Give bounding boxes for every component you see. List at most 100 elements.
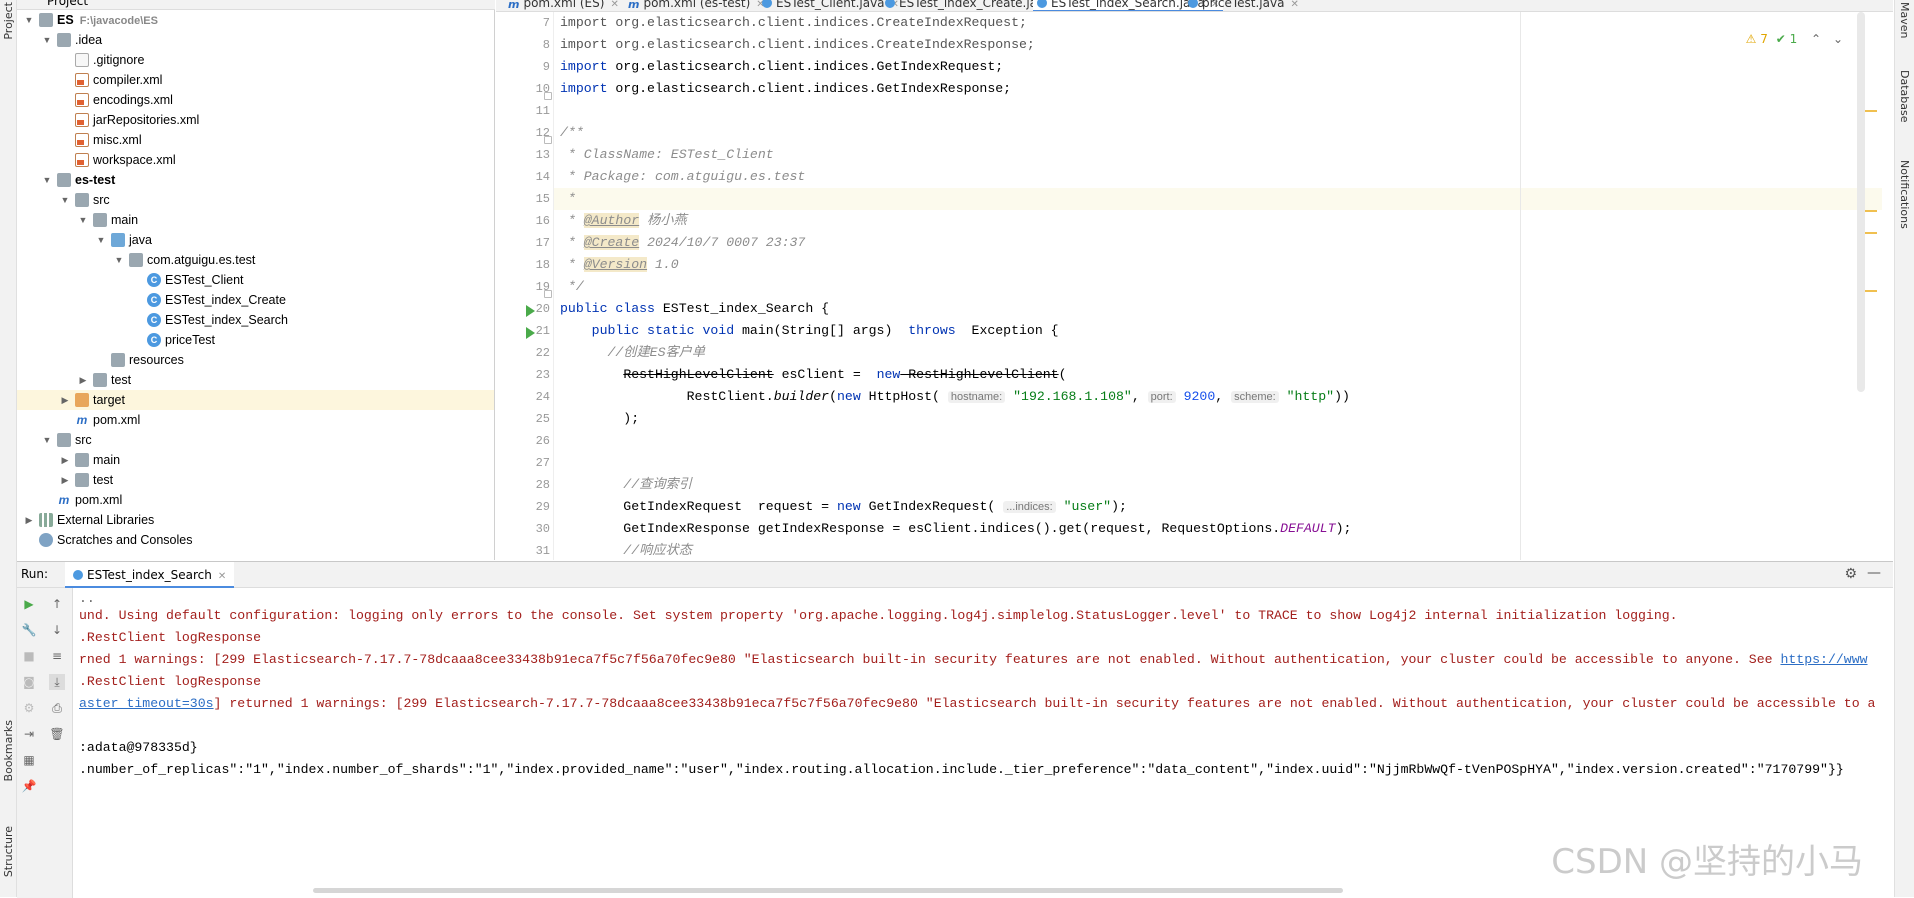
pin-icon[interactable]: 📌	[21, 778, 37, 794]
tree-item[interactable]: ▶ test	[17, 370, 494, 390]
print-icon[interactable]: ⎙	[49, 700, 65, 716]
error-stripe-marker[interactable]	[1865, 232, 1877, 234]
chevron-up-icon[interactable]: ⌃	[1811, 32, 1821, 46]
tree-item[interactable]: ▼ .idea	[17, 30, 494, 50]
chevron-down-icon[interactable]: ▼	[41, 170, 53, 190]
wrench-icon[interactable]: 🔧	[21, 622, 37, 638]
close-icon[interactable]: ✕	[610, 0, 618, 10]
console-link[interactable]: aster_timeout=30s	[79, 696, 214, 711]
chevron-down-icon[interactable]: ▼	[59, 190, 71, 210]
tree-item[interactable]: C ESTest_index_Search	[17, 310, 494, 330]
chevron-right-icon[interactable]: ▶	[77, 370, 89, 390]
error-stripe-marker[interactable]	[1865, 210, 1877, 212]
editor-scrollbar[interactable]	[1857, 12, 1865, 392]
up-arrow-icon[interactable]: ↑	[49, 596, 65, 612]
chevron-down-icon[interactable]: ▼	[41, 430, 53, 450]
tree-item[interactable]: .gitignore	[17, 50, 494, 70]
chevron-down-icon[interactable]: ▼	[113, 250, 125, 270]
console-h-scrollbar[interactable]	[313, 888, 1343, 893]
close-icon[interactable]: ✕	[218, 571, 226, 582]
chevron-down-icon[interactable]: ⌄	[1833, 32, 1843, 46]
soft-wrap-icon[interactable]: ≡	[49, 648, 65, 664]
tree-item-label: es-test	[75, 173, 116, 187]
run-class-icon[interactable]	[526, 305, 535, 317]
java-class-icon	[1037, 0, 1047, 8]
tree-item[interactable]: encodings.xml	[17, 90, 494, 110]
inspection-widget[interactable]: ⚠ 7 ✔ 1 ⌃ ⌄	[1746, 32, 1843, 46]
run-main-icon[interactable]	[526, 327, 535, 339]
fold-icon[interactable]	[544, 92, 552, 100]
tree-item[interactable]: ▶ target	[17, 390, 494, 410]
chevron-down-icon[interactable]: ▼	[41, 30, 53, 50]
tree-item[interactable]: ▶ External Libraries	[17, 510, 494, 530]
code-line: public class ESTest_index_Search {	[560, 301, 830, 316]
chevron-right-icon[interactable]: ▶	[59, 450, 71, 470]
maven-tool-tab[interactable]: Maven	[1898, 2, 1911, 38]
project-tool-tab[interactable]: Project	[2, 2, 15, 40]
chevron-right-icon[interactable]: ▶	[59, 390, 71, 410]
tree-item[interactable]: ▶ main	[17, 450, 494, 470]
tree-item[interactable]: ▼ src	[17, 190, 494, 210]
tree-item[interactable]: jarRepositories.xml	[17, 110, 494, 130]
tree-item[interactable]: C ESTest_Client	[17, 270, 494, 290]
console-link[interactable]: https://www	[1780, 652, 1867, 667]
run-toolbar: ▶ ↑ 🔧 ↓ ■ ≡ ◙ ⤓ ⚙ ⎙ ⇥ 🗑 ▦ 📌	[17, 588, 73, 898]
bookmarks-tool-tab[interactable]: Bookmarks	[2, 720, 15, 781]
chevron-right-icon[interactable]: ▶	[23, 510, 35, 530]
tree-item[interactable]: C ESTest_index_Create	[17, 290, 494, 310]
editor-tab[interactable]: priceTest.java ✕	[1184, 0, 1303, 10]
chevron-right-icon[interactable]: ▶	[59, 470, 71, 490]
minimize-icon[interactable]: —	[1867, 565, 1881, 581]
stop-icon[interactable]: ■	[21, 648, 37, 664]
gear-icon[interactable]: ⚙	[1844, 566, 1857, 582]
fold-icon[interactable]	[544, 136, 552, 144]
tree-item[interactable]: ▼ es-test	[17, 170, 494, 190]
trash-icon[interactable]: 🗑	[49, 726, 65, 742]
error-stripe-marker[interactable]	[1865, 110, 1877, 112]
tree-item[interactable]: CpriceTest	[17, 330, 494, 350]
code-line: GetIndexRequest request = new GetIndexRe…	[560, 499, 1127, 514]
error-stripe-marker[interactable]	[1865, 290, 1877, 292]
tree-item[interactable]: ▼ main	[17, 210, 494, 230]
code-line: GetIndexResponse getIndexResponse = esCl…	[560, 521, 1352, 536]
settings-icon[interactable]: ⚙	[21, 700, 37, 716]
folder-icon	[57, 433, 71, 447]
project-panel-title[interactable]: Project	[47, 0, 88, 8]
tree-item[interactable]: ▶ test	[17, 470, 494, 490]
database-tool-tab[interactable]: Database	[1898, 70, 1911, 123]
tree-item[interactable]: ▼ java	[17, 230, 494, 250]
tree-item[interactable]: resources	[17, 350, 494, 370]
tree-item[interactable]: m pom.xml	[17, 490, 494, 510]
tree-item[interactable]: misc.xml	[17, 130, 494, 150]
project-panel-header: Project	[17, 0, 495, 10]
tree-item[interactable]: ▼ ES F:\javacode\ES	[17, 10, 494, 30]
run-label: Run:	[21, 567, 49, 581]
fold-icon[interactable]	[544, 290, 552, 298]
chevron-down-icon[interactable]: ▼	[77, 210, 89, 230]
code-editor[interactable]: 7 8 9 10 11 12 13 14 15 16 17 18 19 20 21 22 23 24 25 26 27 2…	[496, 12, 1893, 560]
scroll-to-end-icon[interactable]: ⤓	[49, 674, 65, 690]
code-line: * @Version 1.0	[560, 257, 679, 272]
tree-item[interactable]: Scratches and Consoles	[17, 530, 494, 550]
notifications-tool-tab[interactable]: Notifications	[1898, 160, 1911, 229]
camera-icon[interactable]: ◙	[21, 674, 37, 690]
rerun-icon[interactable]: ▶	[21, 596, 37, 612]
close-icon[interactable]: ✕	[1290, 0, 1298, 10]
line-number: 19	[535, 280, 550, 294]
layout-icon[interactable]: ▦	[21, 752, 37, 768]
warning-count: 7	[1760, 32, 1768, 46]
tree-item[interactable]: workspace.xml	[17, 150, 494, 170]
line-number: 28	[535, 478, 550, 492]
editor-tab[interactable]: m pom.xml (es-test) ✕	[624, 0, 769, 11]
chevron-down-icon[interactable]: ▼	[95, 230, 107, 250]
structure-tool-tab[interactable]: Structure	[2, 826, 15, 877]
tree-item[interactable]: ▼ src	[17, 430, 494, 450]
tree-item[interactable]: m pom.xml	[17, 410, 494, 430]
exit-icon[interactable]: ⇥	[21, 726, 37, 742]
tree-item[interactable]: compiler.xml	[17, 70, 494, 90]
editor-tab[interactable]: m pom.xml (ES) ✕	[504, 0, 623, 11]
down-arrow-icon[interactable]: ↓	[49, 622, 65, 638]
chevron-down-icon[interactable]: ▼	[23, 10, 35, 30]
tree-item[interactable]: ▼ com.atguigu.es.test	[17, 250, 494, 270]
run-tab[interactable]: ESTest_index_Search ✕	[65, 562, 235, 588]
